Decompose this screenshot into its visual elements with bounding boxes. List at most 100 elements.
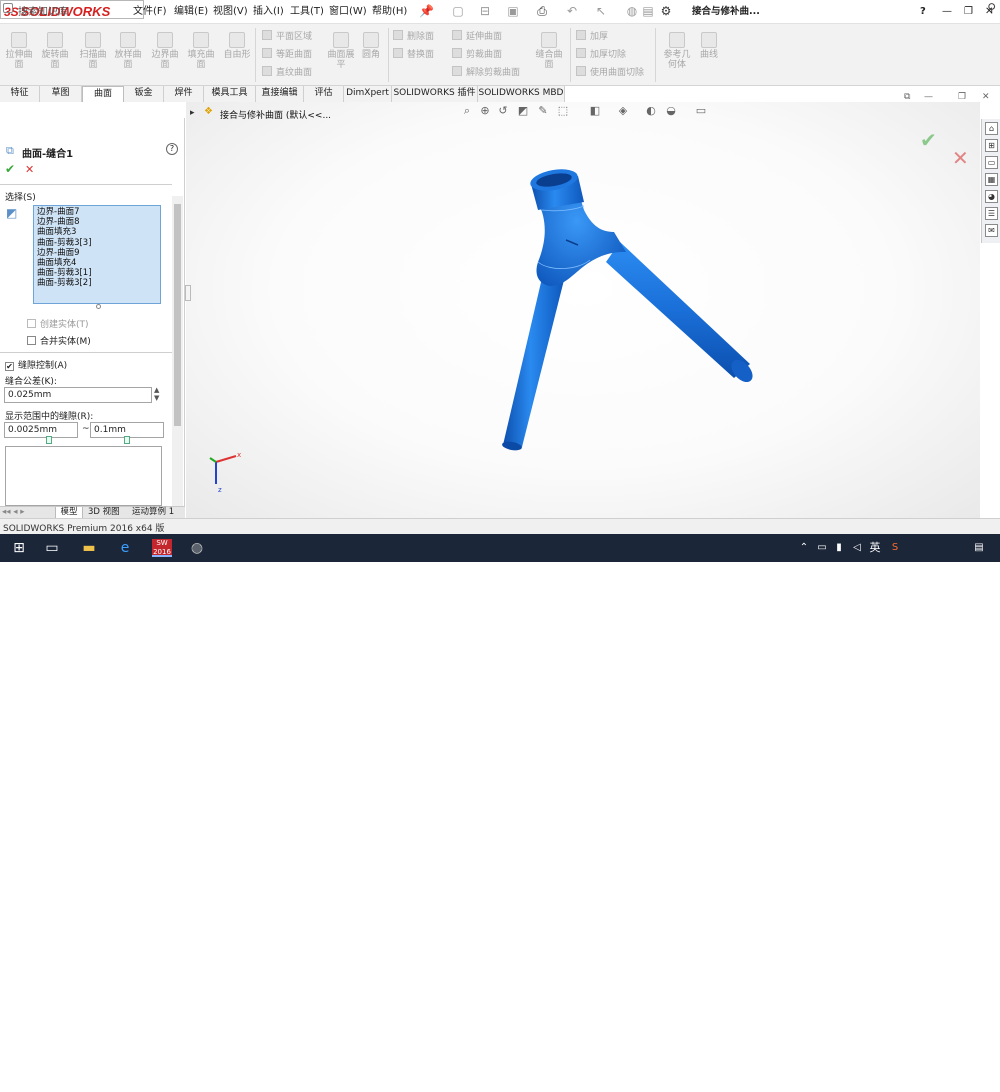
gap-max-slider[interactable] xyxy=(124,436,130,444)
tab-mold-tools[interactable]: 模具工具 xyxy=(204,86,256,102)
forum-icon[interactable]: ✉ xyxy=(985,224,998,237)
gap-list[interactable] xyxy=(5,446,162,506)
viewport-minimize-icon[interactable]: — xyxy=(924,92,933,102)
menu-view[interactable]: 视图(V) xyxy=(213,5,248,18)
previous-view-icon[interactable]: ↺ xyxy=(496,104,510,118)
apply-scene-icon[interactable]: ◒ xyxy=(664,104,678,118)
list-item[interactable]: 曲面填充4 xyxy=(37,258,157,268)
menu-help[interactable]: 帮助(H) xyxy=(372,5,407,18)
feature-tree-flyout[interactable]: 接合与修补曲面 (默认<<... xyxy=(220,108,331,121)
file-explorer-icon[interactable]: ▭ xyxy=(985,156,998,169)
panel-scrollbar[interactable] xyxy=(172,196,183,506)
list-item[interactable]: 边界-曲面7 xyxy=(37,207,157,217)
paint-app-icon[interactable]: ◍ xyxy=(188,539,206,557)
resize-handle[interactable] xyxy=(96,304,101,309)
extrude-surface-button[interactable]: 拉伸曲面 xyxy=(4,32,34,70)
clock-date[interactable]: 2018/2/1 xyxy=(910,1082,950,1092)
pin-icon[interactable]: 📌 xyxy=(419,4,434,18)
list-item[interactable]: 边界-曲面8 xyxy=(37,217,157,227)
curves-button[interactable]: 曲线 xyxy=(697,32,721,60)
merge-entities-checkbox[interactable]: 合并实体(M) xyxy=(27,334,91,347)
freeform-button[interactable]: 自由形 xyxy=(222,32,252,60)
tab-sketch[interactable]: 草图 xyxy=(40,86,82,102)
windows-start-icon[interactable]: ⊞ xyxy=(10,539,28,557)
select-arrow-icon[interactable]: ↖ xyxy=(594,4,608,18)
home-icon[interactable]: ⌂ xyxy=(985,122,998,135)
menu-insert[interactable]: 插入(I) xyxy=(253,5,284,18)
edit-appearance-icon[interactable]: ◐ xyxy=(644,104,658,118)
sweep-surface-button[interactable]: 扫描曲面 xyxy=(78,32,108,70)
options-gear-icon[interactable]: ⚙ xyxy=(659,4,673,18)
trim-surface-button[interactable]: 剪裁曲面 xyxy=(452,48,502,61)
planar-surface-button[interactable]: 平面区域 xyxy=(262,30,312,43)
fill-surface-button[interactable]: 填充曲面 xyxy=(186,32,216,70)
gap-min-slider[interactable] xyxy=(46,436,52,444)
view-palette-icon[interactable]: ▦ xyxy=(985,173,998,186)
list-item[interactable]: 曲面-剪裁3[2] xyxy=(37,278,157,288)
replace-face-button[interactable]: 替换面 xyxy=(393,48,434,61)
ruled-surface-button[interactable]: 直纹曲面 xyxy=(262,66,312,79)
display-style-icon[interactable]: ◧ xyxy=(588,104,602,118)
rebuild-icon[interactable]: ◍ xyxy=(625,4,639,18)
zoom-area-icon[interactable]: ⊕ xyxy=(478,104,492,118)
viewport-maximize-icon[interactable]: ❐ xyxy=(958,92,966,102)
undo-icon[interactable]: ↶ xyxy=(565,4,579,18)
tab-mbd[interactable]: SOLIDWORKS MBD xyxy=(478,86,565,102)
viewport-restore-icon[interactable]: ⧉ xyxy=(904,92,910,102)
viewport-close-icon[interactable]: ✕ xyxy=(982,92,990,102)
minimize-button[interactable]: — xyxy=(942,5,952,18)
ok-button[interactable]: ✔ xyxy=(5,162,15,176)
offset-surface-button[interactable]: 等距曲面 xyxy=(262,48,312,61)
notification-center-icon[interactable]: ▤ xyxy=(970,539,988,557)
tree-expand-arrow[interactable]: ▸ xyxy=(190,108,195,118)
restore-button[interactable]: ❐ xyxy=(964,5,973,18)
appearances-icon[interactable]: ◕ xyxy=(985,190,998,203)
cancel-button[interactable]: ✕ xyxy=(25,163,34,176)
tray-chevron-icon[interactable]: ⌃ xyxy=(795,539,813,557)
confirm-corner-cancel[interactable]: ✕ xyxy=(952,146,969,170)
tab-weldments[interactable]: 焊件 xyxy=(164,86,204,102)
help-button[interactable]: ? xyxy=(920,5,926,18)
create-solid-checkbox[interactable]: 创建实体(T) xyxy=(27,317,89,330)
design-library-icon[interactable]: ⊞ xyxy=(985,139,998,152)
print-icon[interactable]: ⎙ xyxy=(535,4,549,18)
model-view[interactable]: x z xyxy=(186,102,980,518)
clock-time[interactable]: 15:25 xyxy=(918,1069,944,1079)
list-item[interactable]: 曲面-剪裁3[3] xyxy=(37,238,157,248)
save-icon[interactable]: ▣ xyxy=(506,4,520,18)
view-orientation-icon[interactable]: ⬚ xyxy=(556,104,570,118)
edge-browser-icon[interactable]: e xyxy=(116,539,134,557)
menu-edit[interactable]: 编辑(E) xyxy=(174,5,208,18)
section-view-icon[interactable]: ◩ xyxy=(516,104,530,118)
new-file-icon[interactable]: ▢ xyxy=(451,4,465,18)
untrim-surface-button[interactable]: 解除剪裁曲面 xyxy=(452,66,520,79)
revolve-surface-button[interactable]: 旋转曲面 xyxy=(40,32,70,70)
open-file-icon[interactable]: ⊟ xyxy=(478,4,492,18)
gap-min-input[interactable]: 0.0025mm xyxy=(4,422,78,438)
fillet-button[interactable]: 圆角 xyxy=(358,32,384,60)
hide-show-icon[interactable]: ◈ xyxy=(616,104,630,118)
cut-with-surface-button[interactable]: 使用曲面切除 xyxy=(576,66,644,79)
dynamic-annotation-icon[interactable]: ✎ xyxy=(536,104,550,118)
graphics-area[interactable]: x z ▸ ❖ 接合与修补曲面 (默认<<... ✔ ✕ xyxy=(186,102,980,518)
thicken-cut-button[interactable]: 加厚切除 xyxy=(576,48,626,61)
zoom-to-fit-icon[interactable]: ⌕ xyxy=(460,104,474,118)
knit-surface-button[interactable]: 缝合曲面 xyxy=(534,32,564,70)
tab-addins[interactable]: SOLIDWORKS 插件 xyxy=(392,86,478,102)
gap-control-checkbox[interactable]: ✔ 缝隙控制(A) xyxy=(5,358,67,371)
extend-surface-button[interactable]: 延伸曲面 xyxy=(452,30,502,43)
help-icon[interactable]: ? xyxy=(166,143,178,155)
delete-face-button[interactable]: 删除面 xyxy=(393,30,434,43)
boundary-surface-button[interactable]: 边界曲面 xyxy=(150,32,180,70)
selection-list[interactable]: 边界-曲面7 边界-曲面8 曲面填充3 曲面-剪裁3[3] 边界-曲面9 曲面填… xyxy=(33,205,161,304)
tab-sheet-metal[interactable]: 钣金 xyxy=(124,86,164,102)
file-explorer-taskbar-icon[interactable]: ▬ xyxy=(80,539,98,557)
tolerance-spinner-icon[interactable]: ▲ ▼ xyxy=(154,386,159,402)
tab-features[interactable]: 特征 xyxy=(0,86,40,102)
task-view-icon[interactable]: ▭ xyxy=(43,539,61,557)
thicken-button[interactable]: 加厚 xyxy=(576,30,608,43)
list-item[interactable]: 曲面-剪裁3[1] xyxy=(37,268,157,278)
surface-flatten-button[interactable]: 曲面展平 xyxy=(326,32,356,70)
custom-properties-icon[interactable]: ☰ xyxy=(985,207,998,220)
list-item[interactable]: 边界-曲面9 xyxy=(37,248,157,258)
